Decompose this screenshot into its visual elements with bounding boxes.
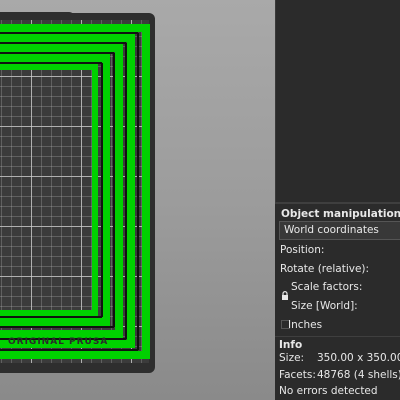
print-bed-top-tab — [0, 12, 75, 20]
model-edge-line — [0, 32, 138, 34]
position-label: Position: — [280, 244, 325, 256]
info-divider — [275, 336, 400, 337]
info-title: Info — [279, 339, 303, 351]
model-edge-line — [0, 42, 126, 44]
right-sidebar-panel: Object manipulation World coordinates Po… — [275, 0, 400, 400]
model-edge-line — [101, 63, 103, 317]
model-outline-ring[interactable] — [0, 64, 98, 316]
info-facets-value: 48768 (4 shells) — [317, 369, 400, 381]
model-edge-line — [137, 33, 139, 350]
model-edge-line — [0, 62, 102, 64]
object-list-area[interactable] — [275, 0, 400, 202]
object-manipulation-title: Object manipulation — [281, 208, 400, 220]
model-edge-line — [0, 52, 114, 54]
3d-viewport[interactable]: ORIGINAL PRUSA — [0, 0, 275, 400]
info-size-value: 350.00 x 350.00 x — [317, 352, 400, 364]
info-errors-status: No errors detected — [279, 385, 378, 397]
model-edge-line — [0, 326, 114, 328]
model-edge-line — [0, 316, 102, 318]
info-facets-label: Facets: — [279, 369, 316, 381]
info-size-label: Size: — [279, 352, 305, 364]
bed-logo-label: ORIGINAL PRUSA — [8, 337, 109, 347]
rotate-label: Rotate (relative): — [280, 263, 370, 275]
coordinates-select[interactable]: World coordinates — [279, 221, 400, 240]
model-edge-line — [0, 349, 138, 351]
panel-divider — [275, 202, 400, 204]
scale-factors-label: Scale factors: — [291, 281, 363, 293]
size-world-label: Size [World]: — [291, 300, 358, 312]
model-edge-line — [125, 43, 127, 339]
inches-label: Inches — [288, 319, 323, 331]
lock-icon[interactable] — [281, 291, 289, 300]
model-edge-line — [113, 53, 115, 327]
